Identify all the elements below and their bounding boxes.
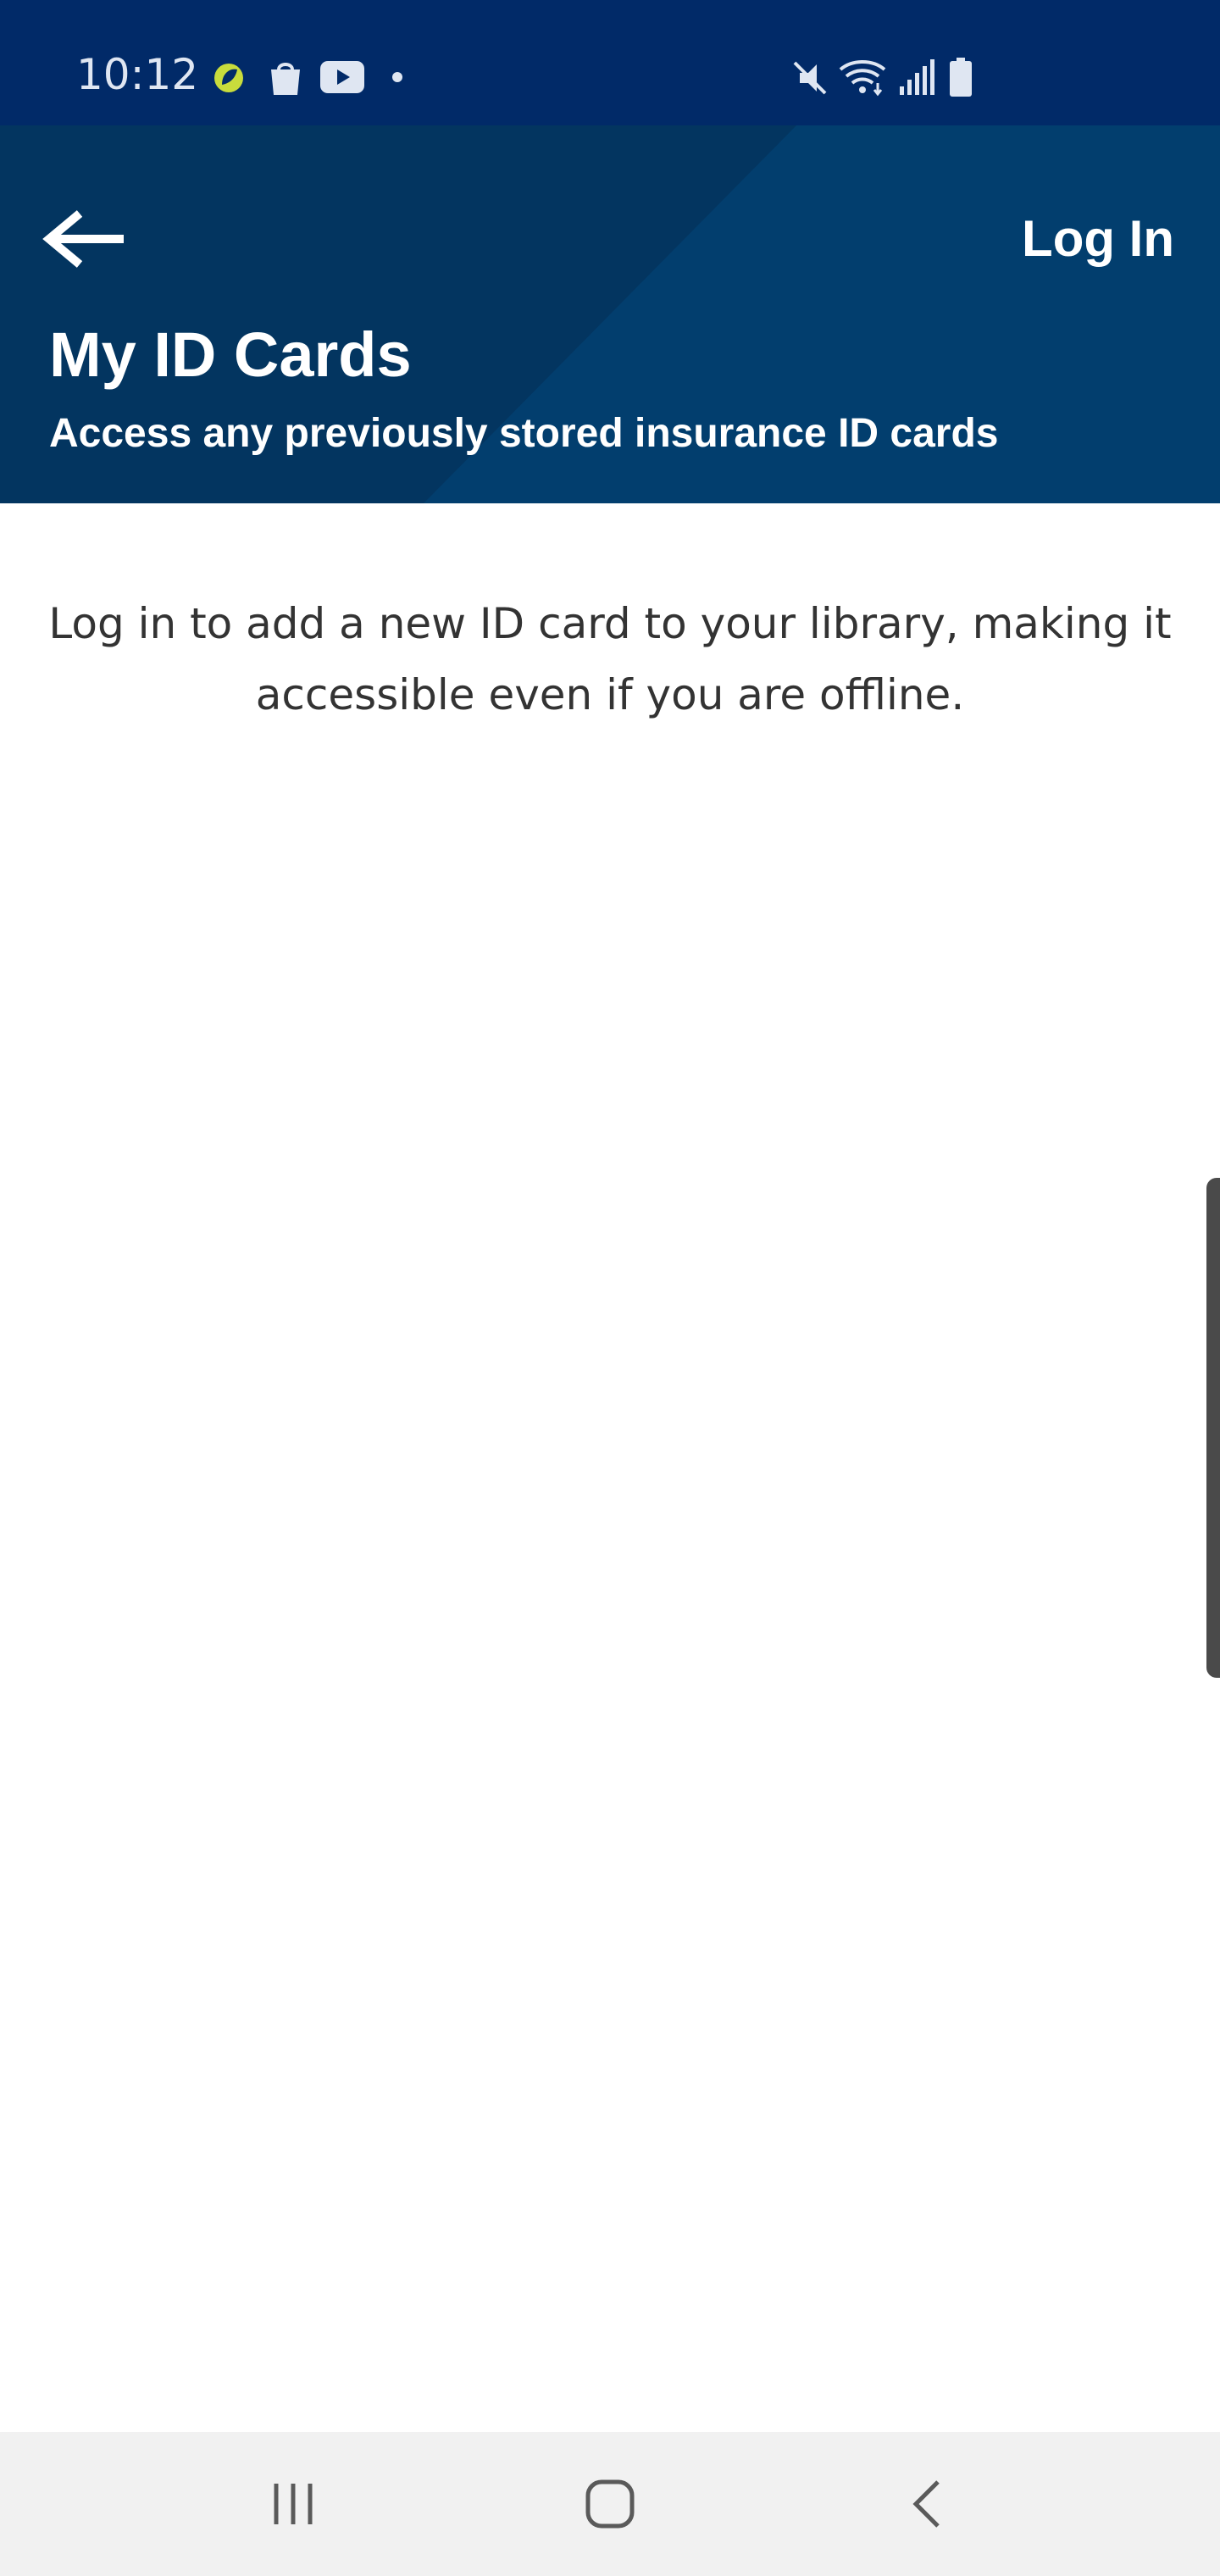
dot-icon [391,71,403,87]
login-button[interactable]: Log In [1022,208,1174,269]
youtube-icon [320,61,364,97]
battery-icon [949,58,973,101]
navigation-bar [0,2432,1220,2576]
status-bar: 10:12 [0,0,1220,125]
login-prompt-message: Log in to add a new ID card to your libr… [48,599,1172,719]
back-icon [912,2480,940,2528]
recent-apps-icon [274,2484,313,2524]
edge-panel-handle[interactable] [1206,1178,1220,1678]
home-button[interactable] [525,2432,695,2576]
back-button[interactable] [42,197,136,281]
leaf-app-icon [212,59,246,101]
arrow-left-icon [42,210,124,268]
page-title: My ID Cards [49,319,412,390]
header: Log In My ID Cards Access any previously… [0,125,1220,503]
shopping-bag-icon [268,58,303,101]
system-back-button[interactable] [842,2432,1012,2576]
screen: 10:12 Log In My ID Cards Access any prev… [0,0,1220,2576]
mute-icon [791,58,829,103]
wifi-icon [839,58,886,101]
page-subtitle: Access any previously stored insurance I… [49,411,999,456]
status-time: 10:12 [76,50,199,99]
home-icon [585,2479,635,2529]
signal-icon [898,59,935,99]
recent-apps-button[interactable] [208,2432,378,2576]
